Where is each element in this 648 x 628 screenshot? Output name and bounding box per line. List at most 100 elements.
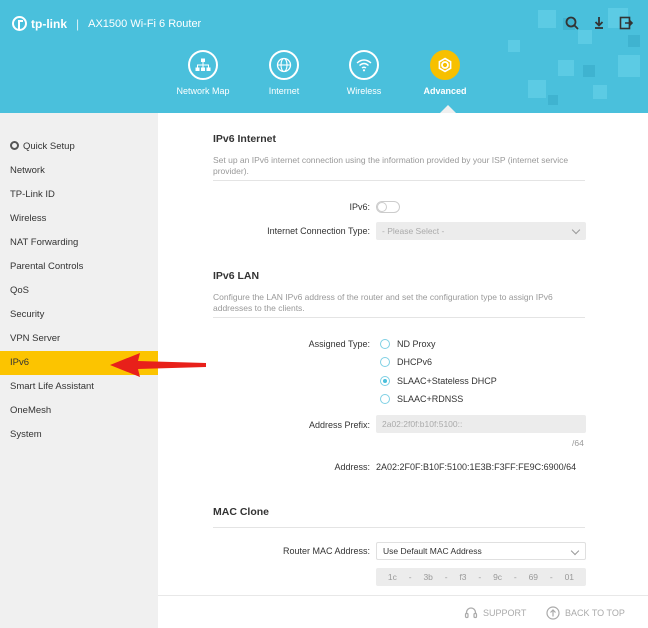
radio-circle (380, 357, 390, 367)
tp-link-logo-icon (12, 16, 27, 31)
mac-octet: 01 (564, 572, 575, 582)
tp-link-logo: tp-link | AX1500 Wi-Fi 6 Router (12, 16, 201, 31)
radio-circle (380, 394, 390, 404)
ipv6-lan-title: IPv6 LAN (213, 270, 260, 282)
sidebar-item-parental-controls[interactable]: Parental Controls (0, 255, 158, 279)
radio-label: ND Proxy (397, 339, 436, 349)
tab-network-map-label: Network Map (176, 86, 230, 96)
mac-separator: - (408, 572, 412, 582)
mac-separator: - (444, 572, 448, 582)
sidebar-item-label: TP-Link ID (10, 189, 55, 200)
divider (213, 527, 585, 528)
ipv6-internet-title: IPv6 Internet (213, 133, 277, 145)
download-icon[interactable] (591, 15, 607, 31)
search-icon[interactable] (564, 15, 580, 31)
headset-icon (464, 607, 478, 619)
support-label: SUPPORT (483, 608, 527, 618)
tab-internet[interactable]: Internet (244, 50, 324, 96)
active-tab-indicator (440, 105, 456, 113)
address-value: 2A02:2F0F:B10F:5100:1E3B:F3FF:FE9C:6900/… (376, 462, 577, 472)
router-mac-select[interactable]: Use Default MAC Address (376, 542, 586, 560)
connection-type-label: Internet Connection Type: (267, 226, 370, 236)
back-to-top-link[interactable]: BACK TO TOP (546, 606, 625, 620)
tab-network-map[interactable]: Network Map (163, 50, 243, 96)
sidebar-item-tp-link-id[interactable]: TP-Link ID (0, 183, 158, 207)
mac-octet: f3 (459, 572, 467, 582)
arrow-up-circle-icon (546, 606, 560, 620)
globe-icon (269, 50, 299, 80)
network-map-icon (188, 50, 218, 80)
sidebar-item-wireless[interactable]: Wireless (0, 207, 158, 231)
sidebar-item-onemesh[interactable]: OneMesh (0, 399, 158, 423)
divider (213, 317, 585, 318)
mac-separator: - (549, 572, 553, 582)
wifi-icon (349, 50, 379, 80)
mac-octet: 3b (423, 572, 433, 582)
router-model: AX1500 Wi-Fi 6 Router (88, 17, 202, 30)
radio-nd-proxy[interactable]: ND Proxy (380, 339, 436, 349)
sidebar-item-network[interactable]: Network (0, 159, 158, 183)
main-content: IPv6 Internet Set up an IPv6 internet co… (158, 113, 648, 595)
sidebar-item-label: IPv6 (10, 357, 30, 368)
ipv6-label: IPv6: (349, 202, 370, 212)
tab-wireless[interactable]: Wireless (324, 50, 404, 96)
sidebar-item-system[interactable]: System (0, 423, 158, 447)
radio-dhcpv6[interactable]: DHCPv6 (380, 357, 432, 367)
sidebar-item-label: Security (10, 309, 45, 320)
logout-icon[interactable] (618, 15, 634, 31)
mac-address-field: 1c - 3b - f3 - 9c - 69 - 01 (376, 568, 586, 586)
mac-octet: 9c (493, 572, 503, 582)
chevron-down-icon (570, 546, 580, 556)
address-prefix-label: Address Prefix: (308, 420, 370, 430)
main-nav: Network Map Internet Wireless Advanced (0, 50, 648, 113)
assigned-type-label: Assigned Type: (308, 339, 370, 349)
radio-label: DHCPv6 (397, 357, 433, 367)
connection-type-select[interactable]: - Please Select - (376, 222, 586, 240)
mac-separator: - (513, 572, 517, 582)
address-prefix-input[interactable]: 2a02:2f0f:b10f:5100:: (376, 415, 586, 433)
sidebar-item-label: NAT Forwarding (10, 237, 79, 248)
sidebar-item-label: VPN Server (10, 333, 61, 344)
title-separator: | (76, 16, 80, 31)
address-label: Address: (334, 462, 370, 472)
address-prefix-suffix: /64 (572, 438, 584, 448)
sidebar-item-security[interactable]: Security (0, 303, 158, 327)
sidebar-item-smart-life-assistant[interactable]: Smart Life Assistant (0, 375, 158, 399)
support-link[interactable]: SUPPORT (464, 606, 526, 620)
radio-label: SLAAC+Stateless DHCP (397, 376, 497, 386)
footer: SUPPORT BACK TO TOP (158, 595, 648, 628)
sidebar-item-qos[interactable]: QoS (0, 279, 158, 303)
connection-type-value: - Please Select - (382, 226, 445, 236)
radio-circle-selected (380, 376, 390, 386)
red-arrow-annotation (110, 353, 206, 377)
sidebar-item-quick-setup[interactable]: Quick Setup (0, 135, 158, 159)
tab-wireless-label: Wireless (346, 86, 382, 96)
advanced-gear-icon (430, 50, 460, 80)
sidebar-item-label: Smart Life Assistant (10, 381, 94, 392)
chevron-down-icon (571, 225, 581, 235)
mac-octet: 1c (387, 572, 397, 582)
mac-clone-title: MAC Clone (213, 506, 269, 518)
sidebar-item-label: OneMesh (10, 405, 52, 416)
tab-advanced[interactable]: Advanced (405, 50, 485, 96)
sidebar-item-nat-forwarding[interactable]: NAT Forwarding (0, 231, 158, 255)
ipv6-toggle[interactable] (376, 201, 400, 213)
divider (213, 180, 585, 181)
sidebar-item-vpn-server[interactable]: VPN Server (0, 327, 158, 351)
ipv6-lan-desc: Configure the LAN IPv6 address of the ro… (213, 292, 553, 313)
sidebar-item-label: Quick Setup (23, 141, 75, 152)
mac-octet: 69 (528, 572, 539, 582)
radio-slaac-stateless-dhcp[interactable]: SLAAC+Stateless DHCP (380, 376, 497, 386)
tab-internet-label: Internet (268, 86, 300, 96)
top-header: tp-link | AX1500 Wi-Fi 6 Router Network … (0, 0, 648, 113)
radio-slaac-rdnss[interactable]: SLAAC+RDNSS (380, 394, 463, 404)
brand-name: tp-link (31, 16, 67, 31)
router-mac-value: Use Default MAC Address (383, 546, 482, 556)
router-mac-label: Router MAC Address: (282, 546, 370, 556)
back-to-top-label: BACK TO TOP (565, 608, 625, 618)
sidebar-item-label: Parental Controls (10, 261, 84, 272)
sidebar-item-label: QoS (10, 285, 30, 296)
quick-setup-gear-icon (10, 141, 19, 150)
mac-separator: - (478, 572, 482, 582)
sidebar-item-label: Network (10, 165, 45, 176)
